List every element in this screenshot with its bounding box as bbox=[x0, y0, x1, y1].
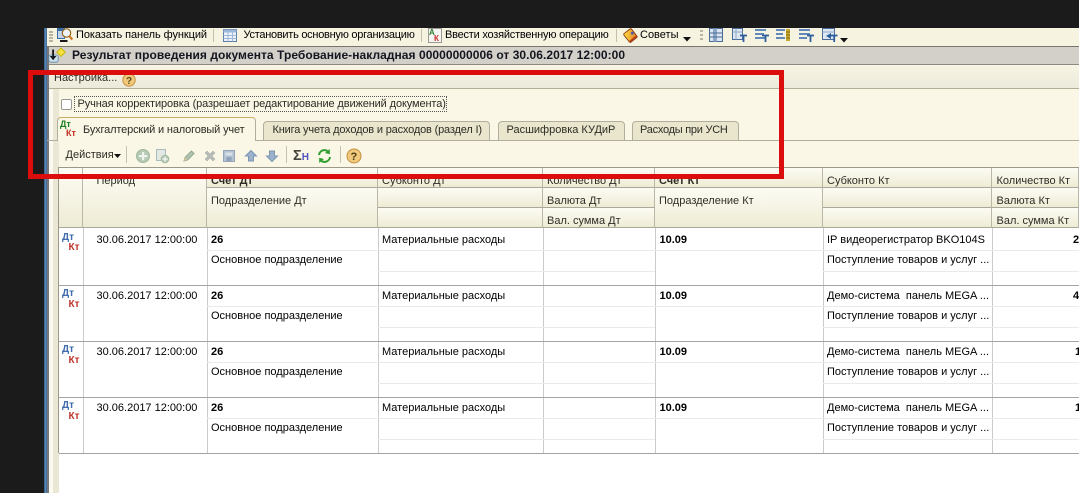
svg-text:К: К bbox=[434, 34, 439, 43]
